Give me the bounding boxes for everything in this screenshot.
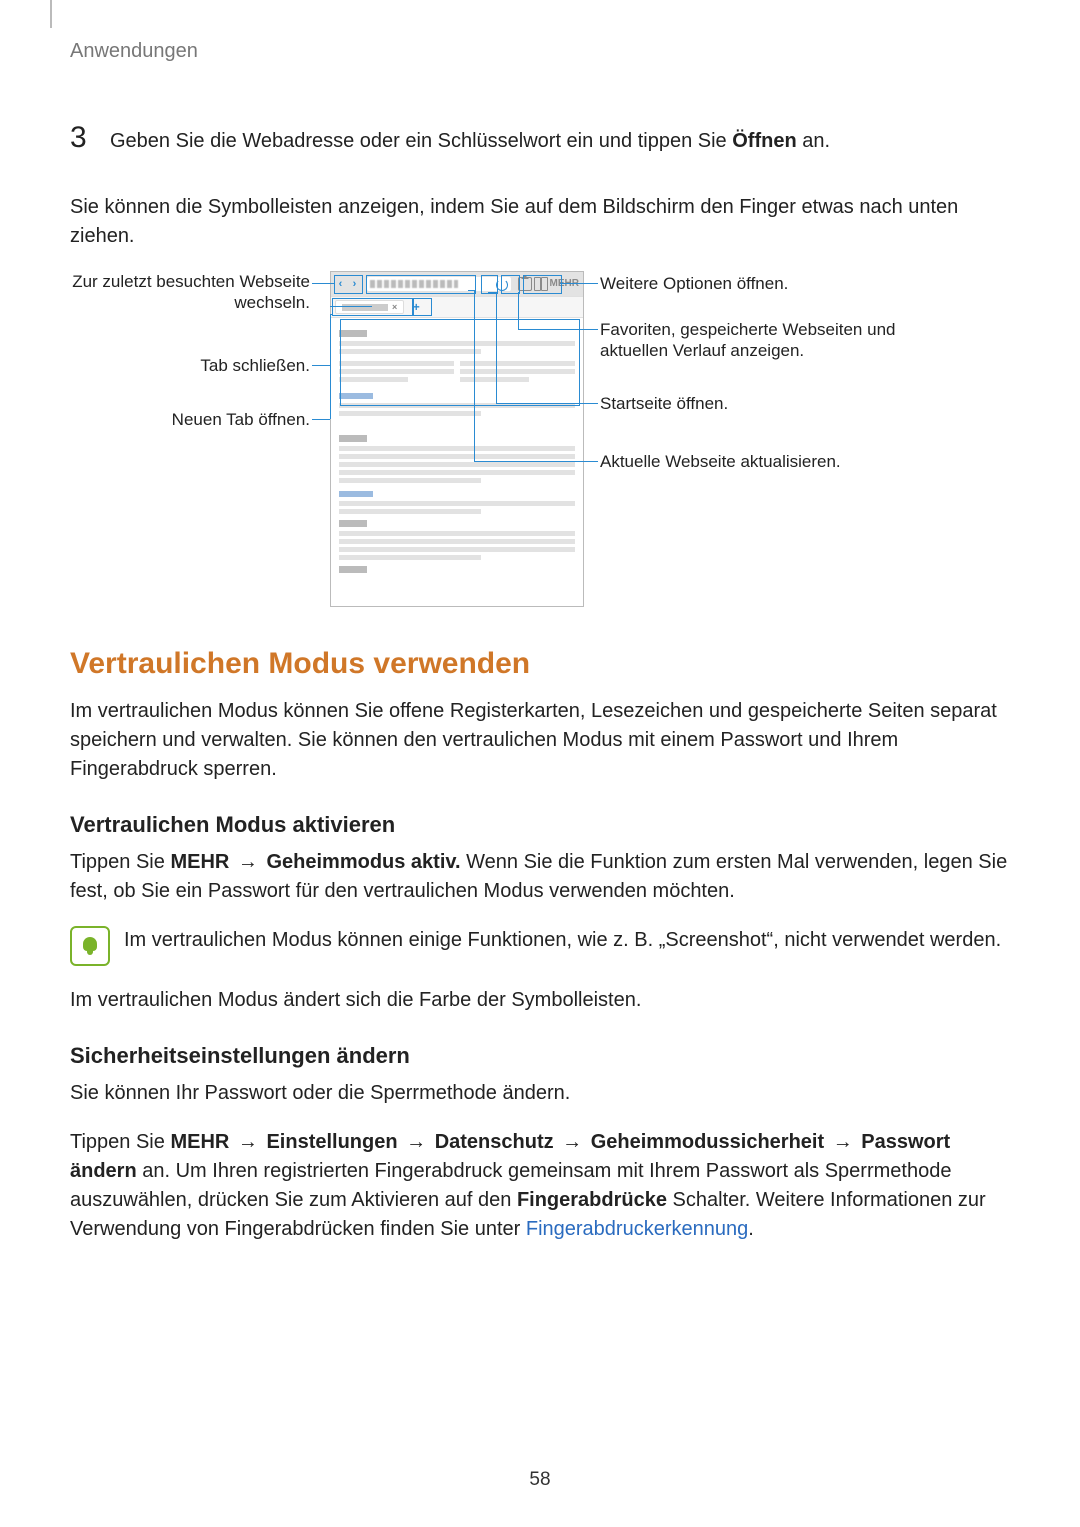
page-corner-line	[50, 0, 52, 28]
note-icon	[70, 926, 110, 966]
section-heading-private: Vertraulichen Modus verwenden	[70, 647, 1010, 681]
para-private: Im vertraulichen Modus können Sie offene…	[70, 697, 1010, 784]
browser-diagram: ‹ › MEHR × +	[70, 271, 1010, 611]
line-back-forward	[312, 283, 334, 284]
line-new-tab-h	[312, 419, 330, 420]
browser-toolbar: ‹ › MEHR	[331, 272, 583, 296]
sec-b4: Geheimmodussicherheit	[591, 1131, 824, 1153]
line-ct2	[312, 365, 330, 366]
tab-close-icon: ×	[392, 302, 397, 312]
label-home: Startseite öffnen.	[600, 393, 900, 414]
para-sec-intro: Sie können Ihr Passwort oder die Sperrme…	[70, 1079, 1010, 1108]
page-number: 58	[0, 1469, 1080, 1491]
noop2	[330, 314, 332, 315]
step-prefix: Geben Sie die Webadresse oder ein Schlüs…	[110, 130, 732, 152]
label-close-tab: Tab schließen.	[70, 355, 310, 376]
para-sec-steps: Tippen Sie MEHR → Einstellungen → Datens…	[70, 1128, 1010, 1244]
line-home-v	[496, 292, 497, 403]
sec-b1: MEHR	[170, 1131, 229, 1153]
label-new-tab: Neuen Tab öffnen.	[70, 409, 310, 430]
line-home-tip	[488, 292, 496, 293]
note-text: Im vertraulichen Modus können einige Fun…	[124, 926, 1001, 954]
new-tab-icon: +	[410, 301, 422, 313]
forward-icon: ›	[349, 276, 360, 292]
sec-a1: →	[232, 1131, 263, 1153]
step-3: 3 Geben Sie die Webadresse oder ein Schl…	[70, 121, 1010, 155]
address-bar	[367, 277, 511, 291]
subheading-activate: Vertraulichen Modus aktivieren	[70, 812, 1010, 838]
sec-a4: →	[827, 1131, 858, 1153]
refresh-icon	[496, 279, 508, 291]
line-bookmarks-h	[518, 329, 598, 330]
activate-b2: Geheimmodus aktiv.	[266, 851, 460, 873]
label-back-forward: Zur zuletzt besuchten Webseite wechseln.	[70, 271, 310, 314]
step-suffix: an.	[797, 130, 830, 152]
step-text: Geben Sie die Webadresse oder ein Schlüs…	[110, 127, 830, 155]
line-refresh-h	[474, 461, 598, 462]
sec-pre: Tippen Sie	[70, 1131, 170, 1153]
tab: ×	[335, 300, 404, 314]
note-box: Im vertraulichen Modus können einige Fun…	[70, 926, 1010, 966]
step-bold: Öffnen	[732, 130, 796, 152]
sec-b2: Einstellungen	[266, 1131, 397, 1153]
line-refresh-v	[474, 290, 475, 461]
tab-title-blur	[342, 304, 388, 311]
tab-bar: × +	[331, 296, 583, 318]
activate-pre: Tippen Sie	[70, 851, 170, 873]
bookmarks-icon	[535, 278, 547, 290]
line-bookmarks-v	[518, 292, 519, 329]
step-number: 3	[70, 121, 110, 155]
label-more: Weitere Optionen öffnen.	[600, 273, 900, 294]
label-bookmarks: Favoriten, gespeicherte Webseiten und ak…	[600, 319, 920, 362]
link-fingerprint[interactable]: Fingerabdruckerkennung	[526, 1218, 748, 1240]
line-more	[560, 283, 598, 284]
page-content-blur	[331, 318, 583, 583]
para-toolbar-color: Im vertraulichen Modus ändert sich die F…	[70, 986, 1010, 1015]
back-icon: ‹	[335, 276, 346, 292]
address-blur	[370, 280, 458, 288]
sec-a2: →	[401, 1131, 432, 1153]
label-refresh: Aktuelle Webseite aktualisieren.	[600, 451, 920, 472]
line-to-tab	[330, 306, 370, 307]
activate-b1: MEHR	[170, 851, 229, 873]
line-left-shared-v	[330, 314, 331, 419]
intro-paragraph: Sie können die Symbolleisten anzeigen, i…	[70, 193, 1010, 251]
bell-icon	[81, 937, 99, 955]
subheading-security: Sicherheitseinstellungen ändern	[70, 1043, 1010, 1069]
sec-a3: →	[557, 1131, 588, 1153]
home-icon	[518, 277, 532, 291]
sec-b3: Datenschutz	[435, 1131, 554, 1153]
line-home-h	[496, 403, 598, 404]
para-activate: Tippen Sie MEHR → Geheimmodus aktiv. Wen…	[70, 848, 1010, 906]
more-label: MEHR	[550, 278, 579, 290]
breadcrumb: Anwendungen	[70, 40, 1010, 63]
sec-b6: Fingerabdrücke	[517, 1189, 667, 1211]
line-refresh-tip	[468, 290, 474, 291]
browser-mockup: ‹ › MEHR × +	[330, 271, 584, 607]
activate-arrow: →	[232, 851, 263, 873]
sec-end: .	[748, 1218, 754, 1240]
